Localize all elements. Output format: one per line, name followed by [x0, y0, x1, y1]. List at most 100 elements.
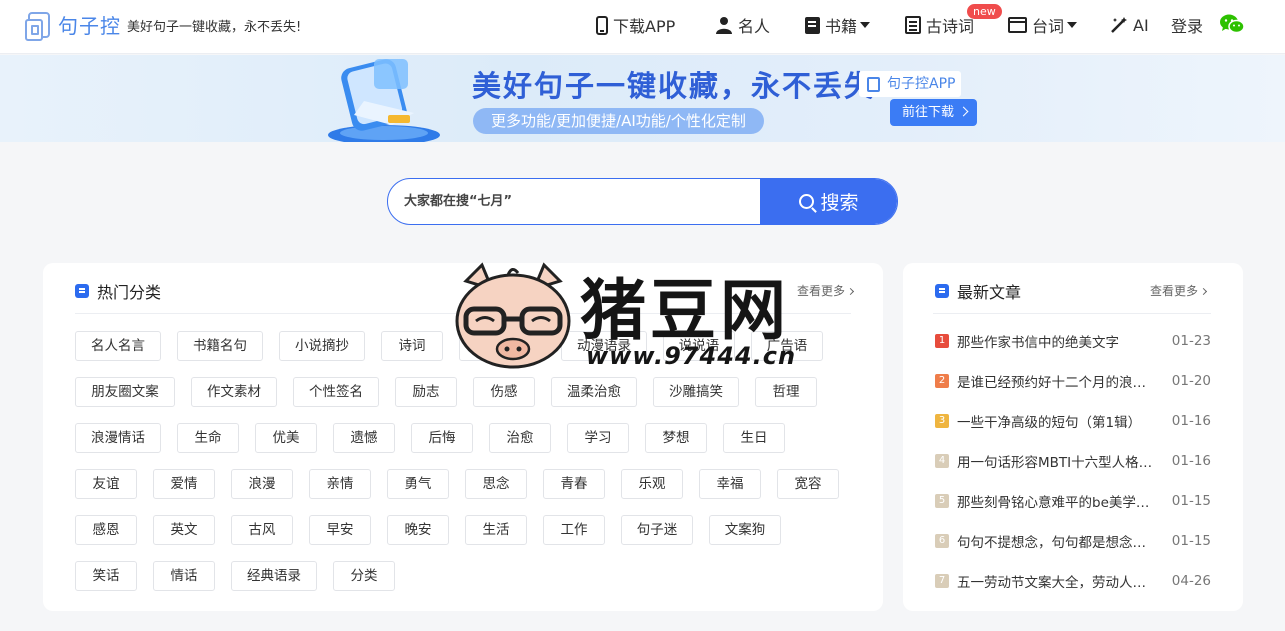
category-tag[interactable]: 青春: [543, 469, 605, 499]
category-tag[interactable]: 沙雕搞笑: [653, 377, 739, 407]
nav-ancient-poetry[interactable]: 古诗词: [905, 12, 974, 38]
category-tag[interactable]: 动漫语录: [561, 331, 647, 361]
article-title: 五一劳动节文案大全，劳动人民最光荣: [957, 575, 1153, 591]
nav-label: 古诗词: [926, 17, 975, 36]
category-tag[interactable]: 温柔治愈: [551, 377, 637, 407]
category-icon: [75, 284, 89, 298]
article-date: 01-16: [1171, 453, 1211, 469]
category-tag[interactable]: 乐观: [621, 469, 683, 499]
category-tag[interactable]: 广告语: [751, 331, 823, 361]
nav-label: 名人: [738, 17, 771, 36]
search-bar: 搜索: [387, 178, 898, 225]
news-more-label: 查看更多: [1150, 284, 1199, 298]
logo-icon: [25, 11, 50, 41]
category-tag[interactable]: 分类: [333, 561, 395, 591]
category-tag[interactable]: 诗词: [381, 331, 443, 361]
category-tag[interactable]: 小说摘抄: [279, 331, 365, 361]
category-tag[interactable]: 英文: [153, 515, 215, 545]
news-more-link[interactable]: 查看更多: [1150, 282, 1208, 299]
category-tag[interactable]: 古风: [231, 515, 293, 545]
category-tag[interactable]: 情话: [153, 561, 215, 591]
hot-categories-title: 热门分类: [97, 283, 162, 302]
category-tag[interactable]: 工作: [543, 515, 605, 545]
category-tag[interactable]: 亲情: [309, 469, 371, 499]
chevron-right-icon: [958, 106, 969, 117]
login-link[interactable]: 登录: [1171, 12, 1203, 38]
category-tag[interactable]: 早安: [309, 515, 371, 545]
app-promo-banner[interactable]: 美好句子一键收藏，永不丢失！ 更多功能/更加便捷/AI功能/个性化定制 句子控A…: [0, 55, 1285, 142]
category-tag[interactable]: 哲理: [755, 377, 817, 407]
article-item[interactable]: 1 那些作家书信中的绝美文字 01-23: [935, 331, 1211, 351]
rank-badge: 5: [935, 494, 949, 508]
nav-label: 书籍: [825, 17, 858, 36]
wechat-icon[interactable]: [1219, 13, 1245, 35]
category-tag[interactable]: 遗憾: [333, 423, 395, 453]
category-tag[interactable]: 生日: [723, 423, 785, 453]
category-tag[interactable]: 影视台词: [459, 331, 545, 361]
hot-categories-header: 热门分类: [75, 279, 161, 303]
category-tag[interactable]: 经典语录: [231, 561, 317, 591]
article-title: 是谁已经预约好十二个月的浪漫了: [957, 375, 1153, 391]
document-icon: [905, 16, 921, 34]
category-tag[interactable]: 友谊: [75, 469, 137, 499]
article-item[interactable]: 7 五一劳动节文案大全，劳动人民最光荣 04-26: [935, 571, 1211, 591]
category-tag[interactable]: 浪漫情话: [75, 423, 161, 453]
category-tag[interactable]: 伤感: [473, 377, 535, 407]
app-logo-icon: [867, 77, 880, 92]
category-tag[interactable]: 生活: [465, 515, 527, 545]
category-tag[interactable]: 思念: [465, 469, 527, 499]
nav-books[interactable]: 书籍: [805, 12, 871, 38]
download-button[interactable]: 前往下载: [890, 99, 977, 126]
search-input[interactable]: [388, 179, 760, 224]
nav-label: 下载APP: [613, 17, 676, 36]
login-label: 登录: [1171, 17, 1204, 36]
latest-articles-header: 最新文章: [935, 279, 1021, 303]
category-tag[interactable]: 浪漫: [231, 469, 293, 499]
hot-more-link[interactable]: 查看更多: [797, 282, 855, 299]
rank-badge: 1: [935, 334, 949, 348]
category-tag[interactable]: 句子迷: [621, 515, 693, 545]
article-title: 那些作家书信中的绝美文字: [957, 335, 1119, 351]
search-button[interactable]: 搜索: [760, 179, 897, 224]
category-tag[interactable]: 治愈: [489, 423, 551, 453]
category-tag[interactable]: 感恩: [75, 515, 137, 545]
article-date: 01-20: [1171, 373, 1211, 389]
category-tag[interactable]: 学习: [567, 423, 629, 453]
category-tag[interactable]: 后悔: [411, 423, 473, 453]
category-tag[interactable]: 爱情: [153, 469, 215, 499]
category-tag[interactable]: 文案狗: [709, 515, 781, 545]
nav-celebrities[interactable]: 名人: [715, 12, 770, 38]
rank-badge: 6: [935, 534, 949, 548]
category-tag[interactable]: 笑话: [75, 561, 137, 591]
category-tag[interactable]: 朋友圈文案: [75, 377, 175, 407]
category-tag[interactable]: 晚安: [387, 515, 449, 545]
category-tag[interactable]: 优美: [255, 423, 317, 453]
category-tag[interactable]: 宽容: [777, 469, 839, 499]
article-item[interactable]: 2 是谁已经预约好十二个月的浪漫了 01-20: [935, 371, 1211, 391]
site-logo[interactable]: 句子控 美好句子一键收藏，永不丢失!: [25, 10, 301, 41]
category-tag[interactable]: 作文素材: [191, 377, 277, 407]
nav-ai[interactable]: AI: [1110, 12, 1149, 38]
article-title: 一些干净高级的短句（第1辑）: [957, 415, 1142, 431]
category-tag[interactable]: 勇气: [387, 469, 449, 499]
latest-articles-card: 最新文章 查看更多 1 那些作家书信中的绝美文字 01-23 2 是谁已经预约好十二个月…: [903, 263, 1243, 611]
search-icon: [799, 194, 815, 209]
chevron-right-icon: [846, 287, 855, 296]
hot-categories-card: 热门分类 查看更多 名人名言 书籍名句 小说摘抄 诗词 影视台词 动漫语录 说说语 广告语朋友…: [43, 263, 883, 611]
article-item[interactable]: 5 那些刻骨铭心意难平的be美学文案 01-15: [935, 491, 1211, 511]
category-tag[interactable]: 生命: [177, 423, 239, 453]
nav-download-app[interactable]: 下载APP: [596, 12, 675, 38]
news-icon: [935, 284, 949, 298]
category-tag[interactable]: 个性签名: [293, 377, 379, 407]
ai-sparkle-icon: [1111, 17, 1127, 33]
category-tag[interactable]: 幸福: [699, 469, 761, 499]
category-tag[interactable]: 梦想: [645, 423, 707, 453]
category-tag[interactable]: 书籍名句: [177, 331, 263, 361]
article-item[interactable]: 3 一些干净高级的短句（第1辑） 01-16: [935, 411, 1211, 431]
category-tag[interactable]: 说说语: [663, 331, 735, 361]
article-item[interactable]: 6 句句不提想念，句句都是想念的句子 01-15: [935, 531, 1211, 551]
article-item[interactable]: 4 用一句话形容MBTI十六型人格特点 01-16: [935, 451, 1211, 471]
category-tag[interactable]: 名人名言: [75, 331, 161, 361]
nav-lines[interactable]: 台词: [1008, 12, 1078, 38]
category-tag[interactable]: 励志: [395, 377, 457, 407]
